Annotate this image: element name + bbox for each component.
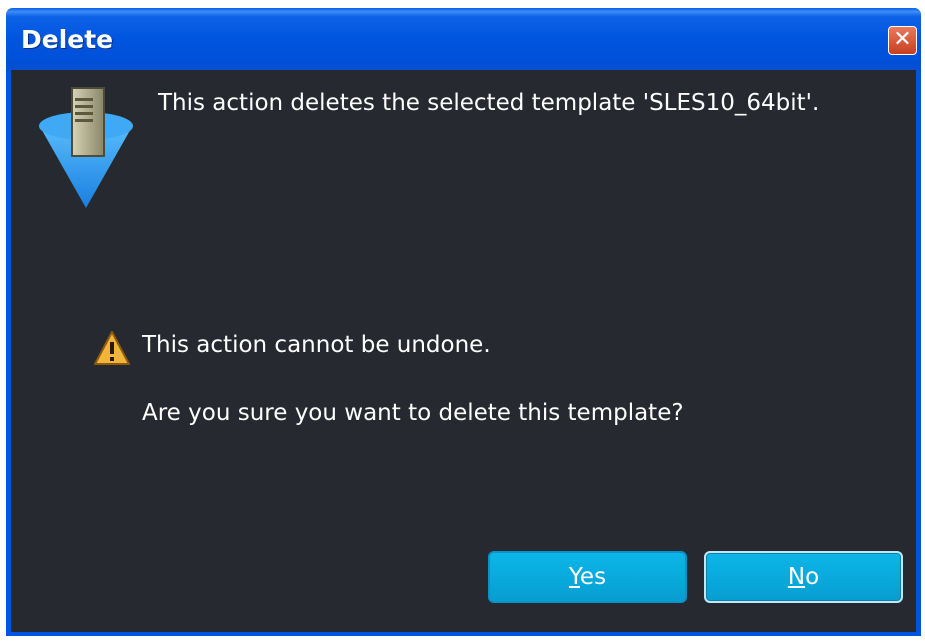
yes-label-rest: es <box>579 564 607 590</box>
delete-dialog: Delete ✕ This action deletes the selecte… <box>6 8 921 636</box>
yes-accelerator: Y <box>568 564 580 590</box>
server-icon <box>39 87 133 208</box>
title-bar[interactable]: Delete ✕ <box>6 8 921 70</box>
warning-icon <box>94 331 130 365</box>
warning-message: This action cannot be undone. <box>142 332 491 358</box>
primary-message: This action deletes the selected templat… <box>158 90 820 116</box>
yes-button[interactable]: Yes <box>488 551 687 603</box>
no-label-rest: o <box>805 564 820 590</box>
no-accelerator: N <box>787 564 806 590</box>
confirm-question: Are you sure you want to delete this tem… <box>142 400 684 426</box>
no-button[interactable]: No <box>704 551 903 603</box>
close-button[interactable]: ✕ <box>888 26 917 55</box>
close-icon: ✕ <box>893 27 912 52</box>
dialog-content: This action deletes the selected templat… <box>11 70 916 632</box>
dialog-title: Delete <box>21 25 114 54</box>
